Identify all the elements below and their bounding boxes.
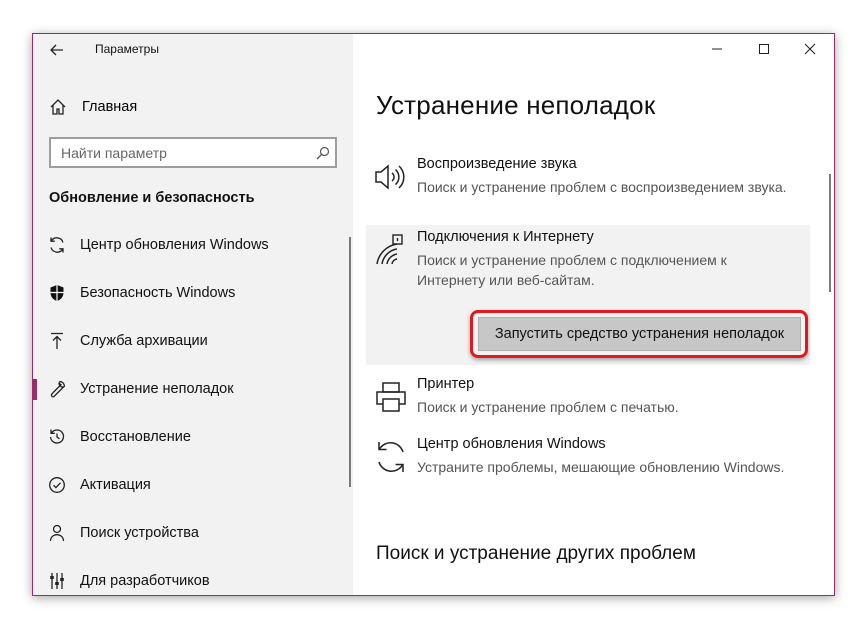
recovery-icon — [47, 427, 67, 447]
developer-sliders-icon — [47, 571, 67, 591]
sidebar-item-label: Восстановление — [80, 429, 191, 445]
sidebar-item-backup[interactable]: Служба архивации — [33, 321, 351, 361]
shield-icon — [47, 283, 67, 303]
nav-home-label: Главная — [82, 99, 138, 115]
sidebar-item-activation[interactable]: Активация — [33, 465, 351, 505]
sidebar-item-troubleshoot[interactable]: Устранение неполадок — [33, 369, 351, 409]
maximize-icon — [759, 44, 769, 54]
troubleshooter-name: Подключения к Интернету — [417, 229, 594, 245]
sidebar-item-windows-security[interactable]: Безопасность Windows — [33, 273, 351, 313]
home-icon — [50, 99, 66, 115]
sidebar-scrollbar[interactable] — [349, 237, 351, 487]
sidebar-item-find-device[interactable]: Поиск устройства — [33, 513, 351, 553]
troubleshooter-windows-update[interactable]: Центр обновления Windows Устраните пробл… — [366, 432, 810, 500]
troubleshooter-name: Принтер — [417, 376, 475, 392]
sidebar-item-label: Для разработчиков — [80, 573, 210, 589]
troubleshooter-description: Поиск и устранение проблем с печатью. — [417, 399, 679, 415]
sidebar: Параметры Главная Найти параметр Обновле… — [33, 34, 353, 595]
sidebar-item-label: Центр обновления Windows — [80, 237, 269, 253]
troubleshooter-description: Устраните проблемы, мешающие обновлению … — [417, 459, 785, 475]
network-icon — [374, 233, 408, 267]
selection-indicator — [33, 379, 37, 400]
minimize-icon — [712, 48, 722, 50]
person-pin-icon — [47, 523, 67, 543]
other-problems-heading: Поиск и устранение других проблем — [376, 543, 696, 564]
settings-window: Параметры Главная Найти параметр Обновле… — [32, 33, 835, 596]
section-title: Обновление и безопасность — [49, 190, 255, 206]
sidebar-item-label: Активация — [80, 477, 151, 493]
sync-icon — [374, 440, 408, 474]
sidebar-item-recovery[interactable]: Восстановление — [33, 417, 351, 457]
printer-icon — [374, 380, 408, 414]
check-circle-icon — [47, 475, 67, 495]
content-scrollbar[interactable] — [829, 174, 831, 292]
sidebar-item-label: Безопасность Windows — [80, 285, 236, 301]
maximize-button[interactable] — [741, 36, 787, 62]
sidebar-item-label: Поиск устройства — [80, 525, 199, 541]
troubleshooter-description: Поиск и устранение проблем с воспроизвед… — [417, 179, 787, 195]
search-placeholder: Найти параметр — [61, 144, 167, 161]
backup-arrow-icon — [47, 331, 67, 351]
troubleshooter-name: Воспроизведение звука — [417, 156, 577, 172]
app-title: Параметры — [95, 42, 159, 56]
back-arrow-icon — [50, 44, 63, 56]
page-title: Устранение неполадок — [376, 90, 656, 120]
sidebar-item-developers[interactable]: Для разработчиков — [33, 561, 351, 595]
sync-icon — [47, 235, 67, 255]
nav-home[interactable]: Главная — [49, 96, 137, 118]
search-icon[interactable] — [311, 146, 335, 160]
sidebar-item-label: Устранение неполадок — [80, 381, 234, 397]
minimize-button[interactable] — [694, 36, 740, 62]
troubleshooter-name: Центр обновления Windows — [417, 436, 606, 452]
sidebar-item-label: Служба архивации — [80, 333, 208, 349]
run-troubleshooter-button[interactable]: Запустить средство устранения неполадок — [478, 317, 801, 351]
troubleshooter-description: Поиск и устранение проблем с подключение… — [417, 252, 727, 288]
close-button[interactable] — [787, 36, 833, 62]
speaker-icon — [374, 160, 408, 194]
search-input[interactable]: Найти параметр — [49, 137, 337, 168]
close-icon — [804, 43, 816, 55]
wrench-icon — [47, 379, 67, 399]
troubleshooter-printer[interactable]: Принтер Поиск и устранение проблем с печ… — [366, 372, 810, 426]
back-button[interactable] — [47, 40, 67, 60]
troubleshooter-internet[interactable]: Подключения к Интернету Поиск и устранен… — [366, 225, 810, 365]
sidebar-item-windows-update[interactable]: Центр обновления Windows — [33, 225, 351, 265]
troubleshooter-audio[interactable]: Воспроизведение звука Поиск и устранение… — [366, 152, 810, 218]
main-content: Устранение неполадок Воспроизведение зву… — [353, 34, 834, 595]
